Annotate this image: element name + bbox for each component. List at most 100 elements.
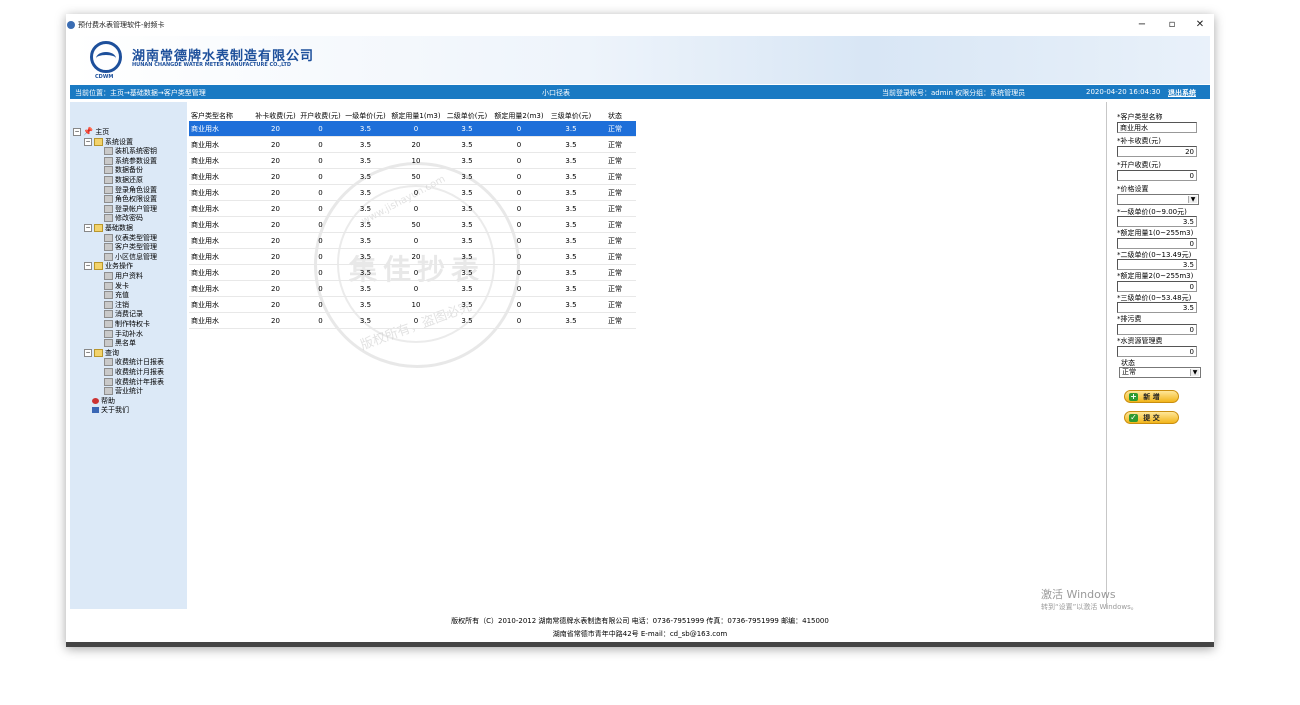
sidebar-item-about[interactable]: 关于我们 — [92, 405, 129, 415]
table-row[interactable]: 商业用水 20 0 3.5 20 3.5 0 3.5 正常 — [189, 248, 636, 265]
column-header[interactable]: 二级单价(元) — [444, 111, 490, 121]
sidebar-group[interactable]: − 系统设置 — [84, 137, 133, 147]
quota1-input[interactable]: 0 — [1117, 238, 1197, 249]
sidebar-item[interactable]: 营业统计 — [104, 386, 143, 396]
submit-button-label: 提 交 — [1143, 414, 1160, 422]
sidebar-item[interactable]: 登录角色设置 — [104, 185, 157, 195]
help-icon — [92, 397, 99, 404]
table-row[interactable]: 商业用水 20 0 3.5 0 3.5 0 3.5 正常 — [189, 232, 636, 249]
price3-input[interactable]: 3.5 — [1117, 302, 1197, 313]
collapse-icon[interactable]: − — [84, 137, 92, 146]
column-header[interactable]: 状态 — [594, 111, 636, 121]
table-row[interactable]: 商业用水 20 0 3.5 50 3.5 0 3.5 正常 — [189, 168, 636, 185]
column-header[interactable]: 额定用量1(m3) — [388, 111, 444, 121]
table-row[interactable]: 商业用水 20 0 3.5 0 3.5 0 3.5 正常 — [189, 200, 636, 217]
sidebar-item[interactable]: 装机系统密钥 — [104, 146, 157, 156]
column-header[interactable]: 客户类型名称 — [189, 111, 253, 121]
collapse-icon[interactable]: − — [84, 262, 92, 271]
table-row[interactable]: 商业用水 20 0 3.5 20 3.5 0 3.5 正常 — [189, 136, 636, 153]
table-row[interactable]: 商业用水 20 0 3.5 0 3.5 0 3.5 正常 — [189, 184, 636, 201]
submit-button[interactable]: ✓ 提 交 — [1124, 411, 1179, 424]
table-cell: 0 — [298, 296, 343, 313]
table-cell: 3.5 — [343, 168, 388, 185]
table-cell: 3.5 — [343, 136, 388, 153]
type-name-input[interactable]: 商业用水 — [1117, 122, 1197, 133]
sidebar-item[interactable]: 收费统计日报表 — [104, 357, 164, 367]
sidebar-item[interactable]: 充值 — [104, 290, 129, 300]
table-cell: 正常 — [594, 121, 636, 137]
column-header[interactable]: 额定用量2(m3) — [490, 111, 548, 121]
add-button[interactable]: + 新 增 — [1124, 390, 1179, 403]
sidebar-item[interactable]: 消费记录 — [104, 309, 143, 319]
folder-icon — [94, 137, 103, 146]
table-cell: 3.5 — [444, 312, 490, 329]
table-row[interactable]: 商业用水 20 0 3.5 10 3.5 0 3.5 正常 — [189, 152, 636, 169]
sidebar-item[interactable]: 制作特权卡 — [104, 319, 150, 329]
replace-fee-input[interactable]: 20 — [1117, 146, 1197, 157]
sidebar-item[interactable]: 角色权限设置 — [104, 194, 157, 204]
column-header[interactable]: 一级单价(元) — [343, 111, 388, 121]
maximize-icon[interactable]: ▫ — [1163, 19, 1181, 30]
logout-link[interactable]: 退出系统 — [1168, 88, 1196, 98]
table-cell: 20 — [253, 216, 298, 233]
table-cell: 0 — [298, 184, 343, 201]
price2-input[interactable]: 3.5 — [1117, 259, 1197, 270]
table-row[interactable]: 商业用水 20 0 3.5 0 3.5 0 3.5 正常 — [189, 312, 636, 329]
sidebar-group[interactable]: − 业务操作 — [84, 261, 133, 271]
folder-icon — [94, 262, 103, 271]
sidebar-item[interactable]: 收费统计月报表 — [104, 367, 164, 377]
table-row[interactable]: 商业用水 20 0 3.5 50 3.5 0 3.5 正常 — [189, 216, 636, 233]
column-header[interactable]: 开户收费(元) — [298, 111, 343, 121]
collapse-icon[interactable]: − — [84, 224, 92, 232]
table-row[interactable]: 商业用水 20 0 3.5 0 3.5 0 3.5 正常 — [189, 280, 636, 297]
table-cell: 0 — [388, 264, 444, 281]
column-header[interactable]: 三级单价(元) — [548, 111, 594, 121]
table-cell: 3.5 — [444, 248, 490, 265]
minimize-icon[interactable]: − — [1133, 19, 1151, 30]
sidebar-item[interactable]: 客户类型管理 — [104, 242, 157, 252]
sidebar-item[interactable]: 黑名单 — [104, 338, 136, 348]
price-setting-select[interactable]: ▼ — [1117, 194, 1199, 205]
table-row[interactable]: 商业用水 20 0 3.5 10 3.5 0 3.5 正常 — [189, 296, 636, 313]
table-cell: 3.5 — [548, 152, 594, 169]
sidebar-item[interactable]: 注销 — [104, 300, 129, 310]
table-cell: 0 — [298, 216, 343, 233]
sidebar-item-label: 黑名单 — [115, 339, 136, 348]
sidebar-group[interactable]: − 查询 — [84, 348, 119, 358]
collapse-icon[interactable]: − — [84, 348, 92, 357]
sidebar-item[interactable]: 仪表类型管理 — [104, 233, 157, 243]
table-cell: 商业用水 — [189, 121, 253, 137]
collapse-icon[interactable]: − — [73, 128, 81, 136]
status-select[interactable]: 正常 ▼ — [1119, 367, 1201, 378]
open-fee-input[interactable]: 0 — [1117, 170, 1197, 181]
close-icon[interactable]: ✕ — [1191, 19, 1209, 30]
sidebar-item[interactable]: 用户资料 — [104, 271, 143, 281]
sewage-input[interactable]: 0 — [1117, 324, 1197, 335]
sidebar-item-home[interactable]: − 📌 主页 — [73, 127, 109, 137]
sidebar-item[interactable]: 数据还原 — [104, 175, 143, 185]
page-icon — [104, 195, 113, 204]
sidebar-item[interactable]: 数据备份 — [104, 165, 143, 175]
table-cell: 20 — [253, 152, 298, 169]
table-cell: 3.5 — [444, 200, 490, 217]
sidebar-item[interactable]: 手动补水 — [104, 329, 143, 339]
quota2-input[interactable]: 0 — [1117, 281, 1197, 292]
table-row[interactable]: 商业用水 20 0 3.5 0 3.5 0 3.5 正常 — [189, 264, 636, 281]
sidebar-item[interactable]: 发卡 — [104, 281, 129, 291]
table-cell: 20 — [253, 232, 298, 249]
sidebar-group[interactable]: − 基础数据 — [84, 223, 133, 233]
page-icon — [104, 368, 113, 376]
sidebar-item[interactable]: 系统参数设置 — [104, 156, 157, 166]
price-setting-label: *价格设置 — [1117, 185, 1149, 193]
price1-input[interactable]: 3.5 — [1117, 216, 1197, 227]
sidebar-item-label: 充值 — [115, 291, 129, 300]
water-mgmt-input[interactable]: 0 — [1117, 346, 1197, 357]
sidebar-item[interactable]: 收费统计年报表 — [104, 377, 164, 387]
table-cell: 3.5 — [343, 264, 388, 281]
column-header[interactable]: 补卡收费(元) — [253, 111, 298, 121]
sidebar-item[interactable]: 小区信息管理 — [104, 252, 157, 262]
sidebar-item[interactable]: 登录帐户管理 — [104, 204, 157, 214]
sidebar-item[interactable]: 修改密码 — [104, 213, 143, 223]
sidebar-item-help[interactable]: 帮助 — [92, 396, 115, 406]
table-row[interactable]: 商业用水 20 0 3.5 0 3.5 0 3.5 正常 — [189, 121, 636, 137]
